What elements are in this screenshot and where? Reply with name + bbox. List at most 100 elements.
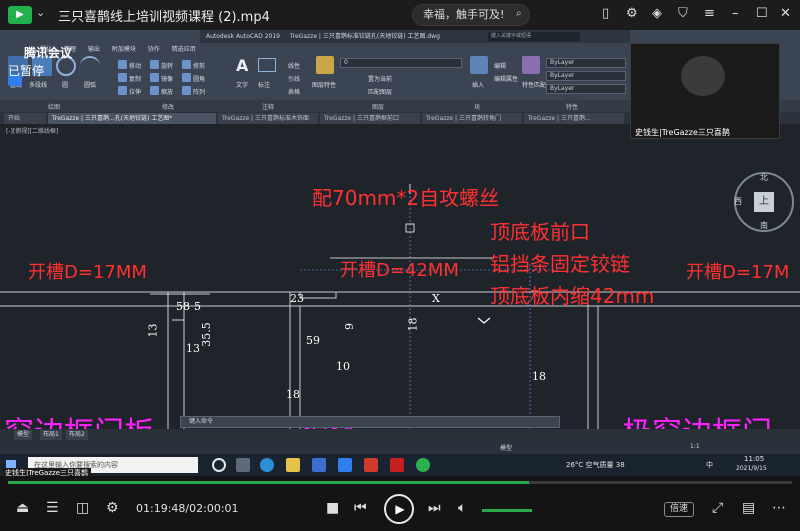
layout-tab[interactable]: 布局2 bbox=[66, 430, 88, 440]
text-tool-icon[interactable]: A bbox=[236, 56, 248, 75]
tool-label[interactable]: 引线 bbox=[288, 74, 300, 83]
phone-icon[interactable]: ▯ bbox=[602, 6, 609, 21]
tool-label[interactable]: 缩放 bbox=[161, 87, 173, 96]
move-icon[interactable] bbox=[118, 60, 127, 69]
edge-icon[interactable] bbox=[260, 458, 274, 472]
folder-icon[interactable] bbox=[286, 458, 300, 472]
viewcube-north[interactable]: 北 bbox=[760, 172, 768, 183]
array-icon[interactable] bbox=[182, 86, 191, 95]
record-icon[interactable] bbox=[212, 458, 226, 472]
next-icon[interactable]: ⏭ bbox=[428, 500, 441, 516]
status-mode[interactable]: 模型 bbox=[500, 443, 512, 452]
layout-tab[interactable]: 模型 bbox=[14, 430, 33, 440]
player-search-box[interactable]: 幸福，触手可及! bbox=[412, 4, 530, 26]
copy-icon[interactable] bbox=[118, 73, 127, 82]
settings-icon[interactable]: ⚙ bbox=[106, 500, 119, 516]
cad-menu-item[interactable]: 附加模块 bbox=[112, 46, 136, 53]
scale-icon[interactable] bbox=[150, 86, 159, 95]
chevron-down-icon[interactable]: ⌄ bbox=[36, 6, 45, 19]
playback-progress[interactable] bbox=[0, 476, 800, 488]
meeting-app-icon[interactable] bbox=[338, 458, 352, 472]
store-icon[interactable] bbox=[312, 458, 326, 472]
tool-label[interactable]: 编辑 bbox=[494, 61, 506, 70]
stretch-icon[interactable] bbox=[118, 86, 127, 95]
file-tab-active[interactable]: TreGazze | 三只喜鹊...孔(天地铰链) 工艺图* bbox=[48, 113, 216, 124]
insert-block-icon[interactable] bbox=[470, 56, 488, 74]
tool-label[interactable]: 移动 bbox=[129, 61, 141, 70]
viewcube-west[interactable]: 西 bbox=[734, 196, 742, 207]
tool-label[interactable]: 置为当前 bbox=[368, 74, 392, 83]
wechat-icon[interactable] bbox=[416, 458, 430, 472]
video-frame[interactable]: Autodesk AutoCAD 2019 TreGazze | 三只喜鹊标准铰… bbox=[0, 30, 800, 476]
language-indicator[interactable]: 中 bbox=[706, 460, 713, 470]
previous-icon[interactable]: ⏮ bbox=[354, 500, 367, 516]
cad-search-input[interactable]: 键入关键字或短语 bbox=[488, 32, 580, 41]
viewcube[interactable]: 上 北 南 西 bbox=[734, 172, 794, 232]
menu-icon[interactable]: ≡ bbox=[704, 6, 715, 21]
fillet-icon[interactable] bbox=[182, 73, 191, 82]
file-tab[interactable]: TreGazze | 三只喜鹊转角门 bbox=[422, 113, 522, 124]
tool-label[interactable]: 匹配图层 bbox=[368, 87, 392, 96]
tool-label[interactable]: 拉伸 bbox=[129, 87, 141, 96]
file-tab[interactable]: TreGazze | 三只喜鹊标准木饰面 bbox=[218, 113, 318, 124]
viewcube-south[interactable]: 南 bbox=[760, 220, 768, 231]
tool-label[interactable]: 编辑属性 bbox=[494, 74, 518, 83]
shirt-icon[interactable]: ⛉ bbox=[678, 6, 688, 21]
tag-icon[interactable]: ◈ bbox=[652, 6, 662, 21]
search-icon[interactable]: ⌕ bbox=[516, 8, 522, 19]
play-button[interactable]: ▶ bbox=[384, 494, 414, 524]
autocad-icon[interactable] bbox=[390, 458, 404, 472]
webcam-window[interactable]: 史钱生|TreGazze三只喜鹊 bbox=[630, 43, 780, 139]
tool-label[interactable]: 圆角 bbox=[193, 74, 205, 83]
drawing-canvas[interactable]: [-][俯视][二维线框] 配70mm*2自攻螺丝 开槽D=17MM 开槽D=4… bbox=[0, 124, 800, 451]
mirror-icon[interactable] bbox=[150, 73, 159, 82]
viewcube-top-face[interactable]: 上 bbox=[754, 192, 774, 212]
file-tab[interactable]: TreGazze | 三只喜鹊框前口 bbox=[320, 113, 420, 124]
status-scale[interactable]: 1:1 bbox=[690, 443, 700, 450]
tool-label[interactable]: 修剪 bbox=[193, 61, 205, 70]
rotate-icon[interactable] bbox=[150, 60, 159, 69]
weather-status[interactable]: 26°C 空气质量 38 bbox=[566, 460, 625, 470]
match-properties-icon[interactable] bbox=[522, 56, 540, 74]
layout-tab[interactable]: 布局1 bbox=[40, 430, 62, 440]
more-icon[interactable]: ⋯ bbox=[772, 500, 786, 516]
maximize-icon[interactable]: ☐ bbox=[756, 6, 768, 21]
cad-menu-item[interactable]: 协作 bbox=[148, 46, 160, 53]
clock-date[interactable]: 2021/9/15 bbox=[736, 465, 767, 472]
tool-label[interactable]: 镜像 bbox=[161, 74, 173, 83]
fullscreen-icon[interactable]: ⤢ bbox=[712, 500, 723, 516]
task-view-icon[interactable] bbox=[236, 458, 250, 472]
list-icon[interactable]: ☰ bbox=[46, 500, 59, 516]
panel-label[interactable]: 修改 bbox=[162, 102, 174, 111]
screenshot-icon[interactable]: ◫ bbox=[76, 500, 89, 516]
color-dropdown[interactable]: ByLayer bbox=[546, 58, 626, 68]
layer-dropdown[interactable]: 0 bbox=[340, 58, 462, 68]
player-logo-icon[interactable]: ▶ bbox=[8, 6, 32, 24]
minimize-icon[interactable]: – bbox=[732, 6, 739, 21]
panel-label[interactable]: 图层 bbox=[372, 102, 384, 111]
volume-icon[interactable]: 🔈︎ bbox=[458, 500, 466, 516]
close-icon[interactable]: ✕ bbox=[780, 6, 791, 21]
playlist-icon[interactable]: ▤ bbox=[742, 500, 755, 516]
clock-time[interactable]: 11:05 bbox=[744, 455, 764, 463]
cad-command-input[interactable]: 键入命令 bbox=[180, 416, 560, 428]
tool-label[interactable]: 表格 bbox=[288, 87, 300, 96]
panel-label[interactable]: 绘图 bbox=[48, 102, 60, 111]
panel-label[interactable]: 注释 bbox=[262, 102, 274, 111]
panel-label[interactable]: 特性 bbox=[566, 102, 578, 111]
file-tab[interactable]: 开始 bbox=[4, 113, 46, 124]
stop-icon[interactable]: ■ bbox=[326, 500, 339, 516]
linetype-dropdown[interactable]: ByLayer bbox=[546, 71, 626, 81]
file-tab[interactable]: TreGazze | 三只喜鹊... bbox=[524, 113, 624, 124]
tool-label[interactable]: 复制 bbox=[129, 74, 141, 83]
trim-icon[interactable] bbox=[182, 60, 191, 69]
cad-menu-item[interactable]: 精选应用 bbox=[172, 46, 196, 53]
dimension-tool-icon[interactable] bbox=[258, 58, 276, 72]
lineweight-dropdown[interactable]: ByLayer bbox=[546, 84, 626, 94]
tool-label[interactable]: 旋转 bbox=[161, 61, 173, 70]
arc-tool[interactable] bbox=[80, 56, 100, 76]
tool-label[interactable]: 线性 bbox=[288, 61, 300, 70]
eject-icon[interactable]: ⏏ bbox=[16, 500, 29, 516]
panel-label[interactable]: 块 bbox=[474, 102, 480, 111]
tool-label[interactable]: 阵列 bbox=[193, 87, 205, 96]
